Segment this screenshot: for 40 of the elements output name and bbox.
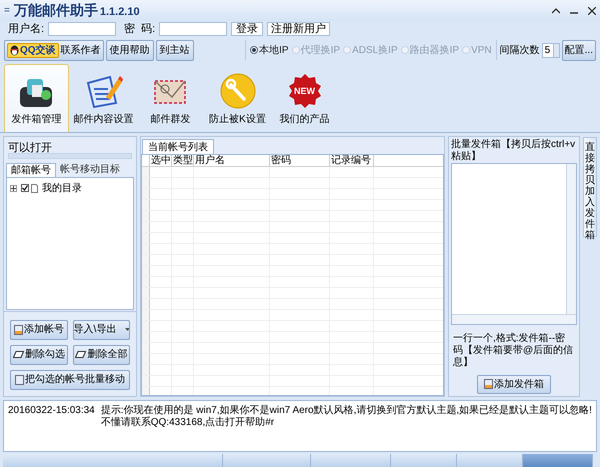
column-header[interactable]: 记录编号: [330, 154, 374, 166]
panel-tab[interactable]: 帐号移动目标: [56, 162, 124, 177]
password-label: 密 码:: [124, 22, 156, 37]
ribbon-tab[interactable]: 防止被K设置: [205, 64, 270, 132]
column-header[interactable]: 类型: [172, 154, 194, 166]
interval-spinner[interactable]: 5: [542, 42, 560, 58]
side-tab[interactable]: 直接拷贝加入发件箱: [583, 136, 597, 237]
ribbon-tab[interactable]: 发件箱管理: [4, 64, 69, 132]
badge-label: NEW: [294, 86, 315, 96]
ribbon-tab[interactable]: 邮件群发: [138, 64, 203, 132]
toolbar-button[interactable]: 使用帮助: [106, 40, 154, 61]
ip-radio[interactable]: 本地IP: [250, 42, 289, 58]
table-tab[interactable]: 当前帐号列表: [142, 138, 214, 154]
menu-icon[interactable]: =: [4, 3, 10, 18]
contact-author-button[interactable]: QQ交谈 联系作者: [4, 40, 104, 61]
qq-chat-badge: QQ交谈: [7, 42, 59, 58]
username-label: 用户名:: [8, 22, 44, 37]
panel-button[interactable]: 导入\导出: [72, 320, 130, 340]
interval-label: 间隔次数: [500, 44, 540, 58]
config-button[interactable]: 配置...: [562, 40, 596, 61]
log-message: 提示:你现在使用的是 win7,如果你不是win7 Aero默认风格,请切换到官方默认主题,如果已经是默认主题可以忽略!不懂请联系QQ:433168,点击打开帮助#r: [100, 404, 592, 429]
version-label: 1.1.2.10: [100, 4, 140, 20]
ribbon-tab[interactable]: NEW 我们的产品: [272, 64, 337, 132]
panel-title: 批量发件箱【拷贝后按ctrl+v粘贴】: [451, 138, 576, 163]
panel-button[interactable]: 删除勾选: [10, 344, 68, 365]
panel-button[interactable]: 删除全部: [72, 344, 130, 365]
register-button[interactable]: 注册新用户: [267, 22, 330, 36]
window-title: 万能邮件助手: [14, 1, 98, 20]
panel-button[interactable]: 把勾选的帐号批量移动: [10, 370, 130, 390]
login-button[interactable]: 登录: [231, 22, 264, 36]
tree-item[interactable]: 我的目录: [42, 180, 82, 196]
panel-button[interactable]: 添加帐号: [10, 320, 68, 340]
panel-tab[interactable]: 邮箱帐号: [6, 162, 56, 177]
column-header[interactable]: 选中: [150, 154, 172, 166]
toolbar-button[interactable]: 到主站: [156, 40, 194, 61]
log-time: 20160322-15:03:34: [8, 404, 95, 417]
panel-title: 可以打开: [7, 140, 53, 152]
ribbon-tab[interactable]: 邮件内容设置: [71, 64, 136, 132]
hint-text: 一行一个,格式:发件箱--密码【发件箱要带@后面的信息】: [452, 332, 574, 369]
add-outbox-button[interactable]: 添加发件箱: [477, 374, 551, 394]
